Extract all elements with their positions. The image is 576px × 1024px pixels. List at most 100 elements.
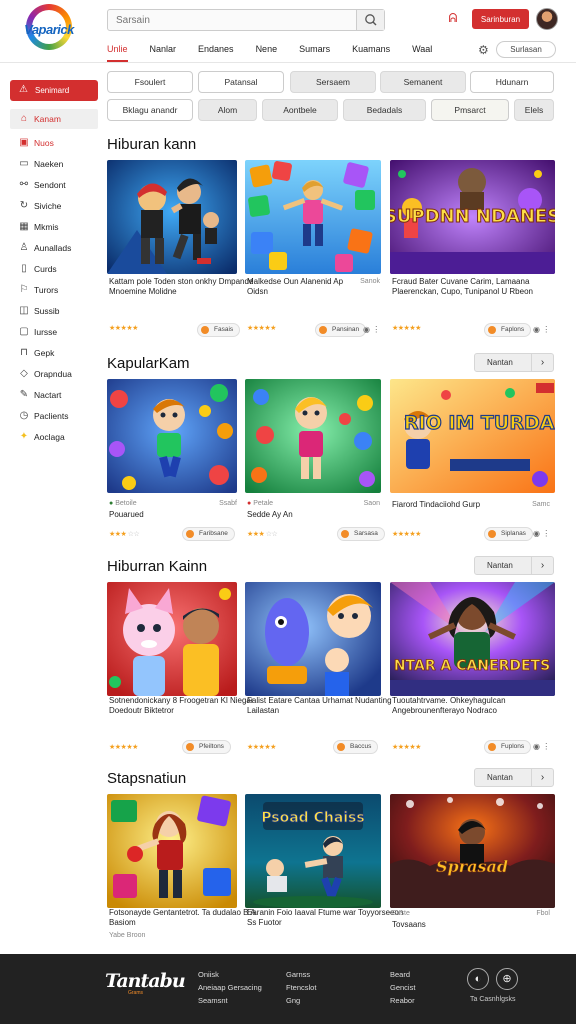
filter-chip-7[interactable]: Alom: [198, 99, 257, 121]
nav-tab-6[interactable]: Kuamans: [352, 40, 390, 62]
search-button[interactable]: [356, 10, 384, 30]
footer-link[interactable]: Reabor: [390, 994, 415, 1007]
filter-chip-9[interactable]: Bedadals: [343, 99, 426, 121]
game-thumbnail[interactable]: [245, 379, 381, 493]
sidebar-item-1[interactable]: ⌂ Kanam: [10, 109, 98, 129]
sidebar-item-4[interactable]: ⚯ Sendont: [10, 175, 98, 195]
game-thumbnail[interactable]: [107, 794, 237, 908]
sidebar-item-16[interactable]: ✦ Aoclaga: [10, 427, 98, 447]
filter-chip-2[interactable]: Patansal: [198, 71, 284, 93]
user-avatar[interactable]: [536, 8, 558, 30]
pencil-icon: ✎: [19, 389, 29, 400]
game-thumbnail[interactable]: [245, 582, 381, 696]
rating-stars: ★★★★★: [109, 325, 138, 332]
footer-link[interactable]: Seamsnt: [198, 994, 262, 1007]
filter-chip-8[interactable]: Aontbele: [262, 99, 338, 121]
footer-link[interactable]: Aneiaap Gersacing: [198, 981, 262, 994]
nav-tab-3[interactable]: Endanes: [198, 40, 234, 62]
sidebar-item-9[interactable]: ⚐ Turors: [10, 280, 98, 300]
play-button[interactable]: Faplons: [484, 323, 532, 337]
filter-chip-4[interactable]: Semanent: [380, 71, 466, 93]
rating-stars: ★★★★★: [247, 325, 276, 332]
nav-tab-4[interactable]: Nene: [256, 40, 278, 62]
game-thumbnail[interactable]: [245, 160, 381, 274]
footer-logo[interactable]: Tantabu: [105, 970, 186, 992]
sidebar-item-7[interactable]: ♙ Aunallads: [10, 238, 98, 258]
footer-logo-sub: Grams: [128, 990, 143, 996]
footer-link[interactable]: Ftencslot: [286, 981, 316, 994]
more-options-icon[interactable]: ◉ ⋮: [533, 529, 550, 538]
search-bar: [107, 9, 385, 31]
sidebar-item-11[interactable]: ▢ Iursse: [10, 322, 98, 342]
card-meta-left: Petale: [253, 500, 274, 507]
play-button[interactable]: Baccus: [333, 740, 379, 754]
status-dot-icon: ●: [247, 500, 252, 507]
theme-toggle-icon[interactable]: ◐: [467, 968, 489, 990]
nav-tab-2[interactable]: Nanlar: [150, 40, 177, 62]
signup-button[interactable]: Sarinburan: [472, 9, 529, 29]
see-all-button[interactable]: Nantan ›: [474, 768, 554, 787]
see-all-button[interactable]: Nantan ›: [474, 556, 554, 575]
search-input[interactable]: [108, 10, 348, 31]
sidebar-item-12[interactable]: ⊓ Gepk: [10, 343, 98, 363]
nav-tab-5[interactable]: Sumars: [299, 40, 330, 62]
sidebar-item-10[interactable]: ◫ Sussib: [10, 301, 98, 321]
see-all-button[interactable]: Nantan ›: [474, 353, 554, 372]
sidebar-item-8[interactable]: ▯ Curds: [10, 259, 98, 279]
site-logo[interactable]: Vaparick: [18, 4, 80, 54]
footer-link[interactable]: Gencist: [390, 981, 415, 994]
sidebar-item-15[interactable]: ◷ Paclients: [10, 406, 98, 426]
filter-chip-11[interactable]: Elels: [514, 99, 554, 121]
sidebar-item-14[interactable]: ✎ Nactart: [10, 385, 98, 405]
bookmark-icon: ⚐: [19, 284, 29, 295]
footer-link[interactable]: Beard: [390, 968, 415, 981]
more-options-icon[interactable]: ◉ ⋮: [533, 325, 550, 334]
notification-icon[interactable]: ᕱ: [445, 10, 461, 26]
nav-tab-7[interactable]: Waal: [412, 40, 432, 62]
sidebar-item-13[interactable]: ◇ Orapndua: [10, 364, 98, 384]
game-thumbnail[interactable]: [107, 582, 237, 696]
game-thumbnail[interactable]: NTAR A CANERDETS: [390, 582, 555, 696]
game-thumbnail[interactable]: [107, 160, 237, 274]
play-button[interactable]: Pfeiltons: [182, 740, 231, 754]
rating-stars: ★★★★★: [392, 744, 421, 751]
footer-link[interactable]: Gng: [286, 994, 316, 1007]
filter-chip-3[interactable]: Sersaem: [290, 71, 376, 93]
play-button[interactable]: Sarsasa: [337, 527, 385, 541]
footer-link[interactable]: Oniisk: [198, 968, 262, 981]
nav-tab-1[interactable]: Unlie: [107, 40, 128, 62]
filter-chip-1[interactable]: Fsoulert: [107, 71, 193, 93]
play-button[interactable]: Faribsane: [182, 527, 235, 541]
game-thumbnail[interactable]: [107, 379, 237, 493]
language-icon[interactable]: ⊕: [496, 968, 518, 990]
nav-pill-button[interactable]: Surlasan: [496, 41, 556, 58]
filter-chip-5[interactable]: Hdunarn: [470, 71, 554, 93]
rating-stars: ★★★★★: [392, 531, 421, 538]
sidebar-primary-button[interactable]: ⚠ Senimard: [10, 80, 98, 101]
sidebar-item-5[interactable]: ↻ Siviche: [10, 196, 98, 216]
home-icon: ⌂: [20, 113, 28, 124]
filter-chip-6[interactable]: Bklagu anandr: [107, 99, 193, 121]
play-button[interactable]: Siplanas: [484, 527, 533, 541]
sidebar-item-2[interactable]: ▣ Nuos: [10, 133, 98, 153]
grid-icon: ▦: [19, 221, 29, 232]
play-button[interactable]: Fasais: [197, 323, 241, 337]
filter-chip-10[interactable]: Pmsarct: [431, 99, 509, 121]
sidebar-item-3[interactable]: ▭ Naeken: [10, 154, 98, 174]
sidebar-item-6[interactable]: ▦ Mkmis: [10, 217, 98, 237]
game-thumbnail[interactable]: RIO IM TURDAS: [390, 379, 555, 493]
play-button-label: Pansinan: [332, 326, 360, 333]
more-options-icon[interactable]: ◉ ⋮: [363, 325, 380, 334]
play-button-label: Baccus: [350, 743, 372, 750]
play-button[interactable]: Fuplons: [484, 740, 532, 754]
game-thumbnail[interactable]: Psoad Chaiss: [245, 794, 381, 908]
card-title: Fcraud Bater Cuvane Carim, Lamaana Plaer…: [392, 277, 533, 296]
game-thumbnail[interactable]: SUPDNN NDANES: [390, 160, 555, 274]
settings-icon[interactable]: ⚙: [478, 43, 489, 57]
sidebar-item-label: Iursse: [34, 327, 58, 337]
footer-link[interactable]: Garnss: [286, 968, 316, 981]
card-meta: Suste Fbol: [392, 910, 552, 917]
more-options-icon[interactable]: ◉ ⋮: [533, 742, 550, 751]
play-button[interactable]: Pansinan: [315, 323, 367, 337]
game-thumbnail[interactable]: Sprasad: [390, 794, 555, 908]
